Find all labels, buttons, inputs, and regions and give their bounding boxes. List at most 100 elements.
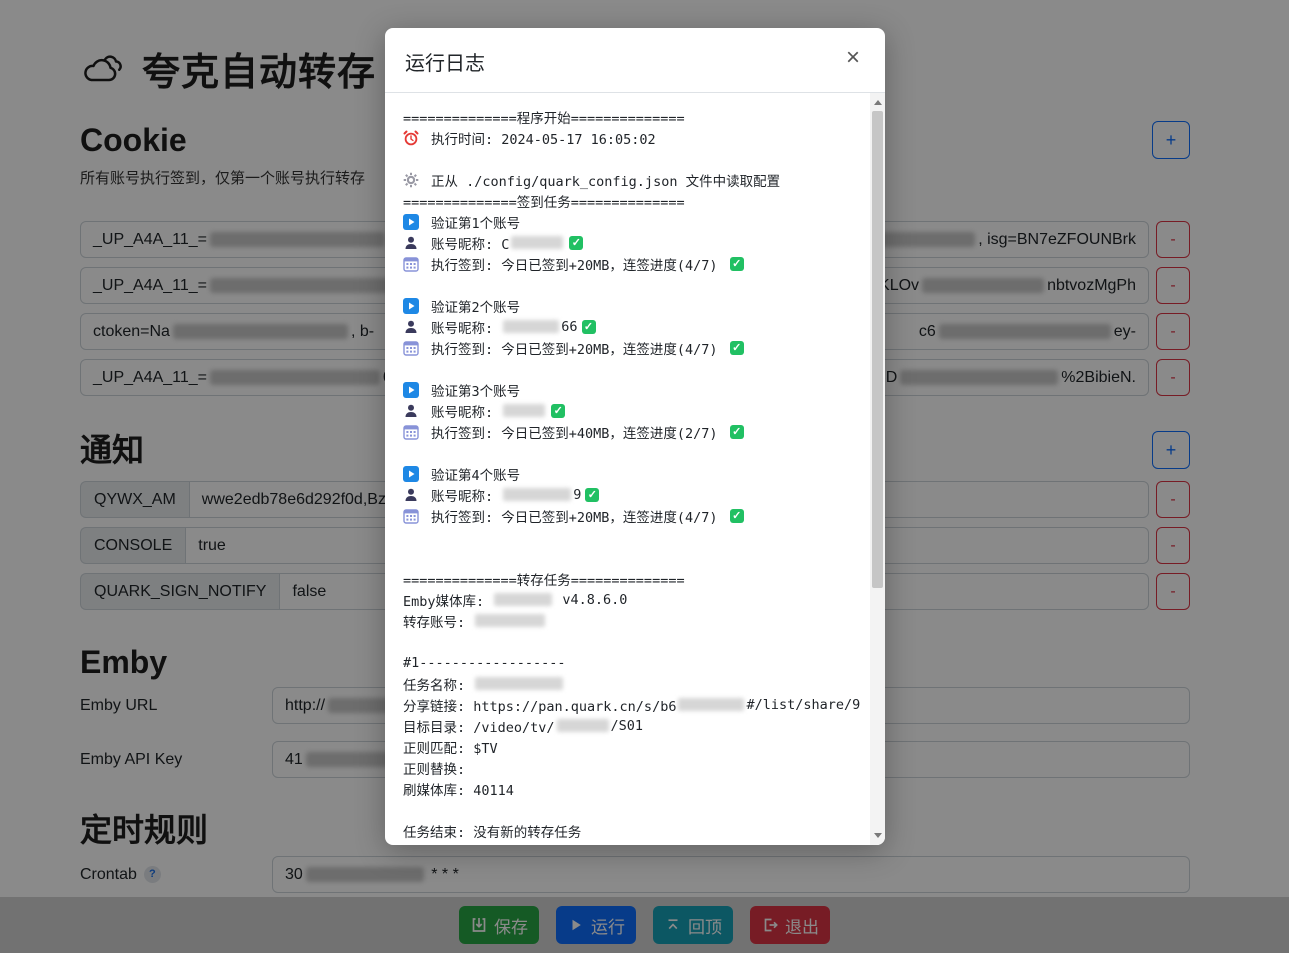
- play-icon: [403, 382, 419, 398]
- log-line: 正则匹配: $TV: [403, 736, 866, 757]
- text: 正从 ./config/quark_config.json 文件中读取配置: [431, 170, 780, 190]
- text: 账号昵称:: [431, 485, 501, 505]
- log-line: 执行签到: 今日已签到+20MB，连签进度(4/7) ✓: [403, 505, 866, 526]
- text: 转存账号:: [403, 611, 473, 631]
- check-icon: ✓: [582, 320, 596, 334]
- scroll-down-arrow[interactable]: [870, 828, 885, 843]
- scroll-up-arrow[interactable]: [870, 95, 885, 110]
- text: 验证第4个账号: [431, 464, 520, 484]
- alarm-icon: [403, 130, 419, 146]
- log-line: [403, 526, 866, 547]
- log-line: 执行签到: 今日已签到+20MB，连签进度(4/7) ✓: [403, 253, 866, 274]
- text: 执行签到: 今日已签到+20MB，连签进度(4/7): [431, 506, 726, 526]
- app-root: 夸克自动转存 Cookie + 所有账号执行签到，仅第一个账号执行转存 _UP_…: [0, 0, 1289, 953]
- calendar-icon: [403, 340, 419, 356]
- text: v4.8.6.0: [554, 592, 627, 608]
- check-icon: ✓: [569, 236, 583, 250]
- text: /S01: [611, 718, 644, 734]
- text: 刷媒体库: 40114: [403, 779, 514, 799]
- text: ==============签到任务==============: [403, 191, 685, 211]
- text: ==============程序开始==============: [403, 107, 685, 127]
- calendar-icon: [403, 256, 419, 272]
- log-line: ==============转存任务==============: [403, 568, 866, 589]
- text: 验证第3个账号: [431, 380, 520, 400]
- log-output: ==============程序开始==============执行时间: 20…: [385, 93, 870, 845]
- redacted-text: [678, 698, 744, 711]
- redacted-text: [494, 593, 552, 606]
- check-icon: ✓: [730, 341, 744, 355]
- text: 验证第2个账号: [431, 296, 520, 316]
- text: 66: [561, 319, 577, 335]
- modal-header: 运行日志 ×: [385, 28, 885, 93]
- log-line: 任务结束: 没有新的转存任务: [403, 820, 866, 841]
- scrollbar-thumb[interactable]: [872, 111, 883, 588]
- text: 账号昵称:: [431, 317, 501, 337]
- log-line: Emby媒体库: v4.8.6.0: [403, 589, 866, 610]
- log-line: 刷媒体库: 40114: [403, 778, 866, 799]
- text: 正则替换:: [403, 758, 473, 778]
- log-line: [403, 547, 866, 568]
- run-log-modal: 运行日志 × ==============程序开始==============执…: [385, 28, 885, 845]
- play-icon: [403, 298, 419, 314]
- redacted-text: [503, 488, 571, 501]
- log-line: 账号昵称: ✓: [403, 400, 866, 421]
- text: Emby媒体库:: [403, 590, 492, 610]
- redacted-text: [557, 719, 609, 732]
- log-line: 账号昵称: 9 ✓: [403, 484, 866, 505]
- text: ==============转存任务==============: [403, 569, 685, 589]
- play-icon: [403, 214, 419, 230]
- log-line: 验证第1个账号: [403, 211, 866, 232]
- text: 执行签到: 今日已签到+40MB，连签进度(2/7): [431, 422, 726, 442]
- text: 账号昵称:: [431, 401, 501, 421]
- check-icon: ✓: [730, 509, 744, 523]
- log-line: 执行签到: 今日已签到+20MB，连签进度(4/7) ✓: [403, 337, 866, 358]
- log-line: 正从 ./config/quark_config.json 文件中读取配置: [403, 169, 866, 190]
- person-icon: [403, 319, 419, 335]
- text: 执行签到: 今日已签到+20MB，连签进度(4/7): [431, 338, 726, 358]
- redacted-text: [475, 677, 563, 690]
- text: 目标目录: /video/tv/: [403, 716, 555, 736]
- check-icon: ✓: [551, 404, 565, 418]
- check-icon: ✓: [585, 488, 599, 502]
- log-line: ==============签到任务==============: [403, 190, 866, 211]
- log-line: 执行时间: 2024-05-17 16:05:02: [403, 127, 866, 148]
- log-line: [403, 799, 866, 820]
- log-line: 正则替换:: [403, 757, 866, 778]
- redacted-text: [511, 236, 563, 249]
- person-icon: [403, 235, 419, 251]
- text: 账号昵称: C: [431, 233, 509, 253]
- person-icon: [403, 403, 419, 419]
- log-line: 分享链接: https://pan.quark.cn/s/b6#/list/sh…: [403, 694, 866, 715]
- log-line: 验证第3个账号: [403, 379, 866, 400]
- log-line: 账号昵称: C ✓: [403, 232, 866, 253]
- log-line: [403, 358, 866, 379]
- text: #1------------------: [403, 655, 566, 671]
- log-line: 验证第4个账号: [403, 463, 866, 484]
- person-icon: [403, 487, 419, 503]
- calendar-icon: [403, 508, 419, 524]
- text: 9: [573, 487, 581, 503]
- log-line: 验证第2个账号: [403, 295, 866, 316]
- check-icon: ✓: [730, 425, 744, 439]
- log-line: #1------------------: [403, 652, 866, 673]
- modal-scrollbar[interactable]: [870, 93, 885, 845]
- redacted-text: [503, 320, 559, 333]
- close-icon[interactable]: ×: [837, 42, 869, 74]
- text: 执行时间: 2024-05-17 16:05:02: [431, 128, 656, 148]
- redacted-text: [503, 404, 545, 417]
- log-line: 转存账号:: [403, 610, 866, 631]
- log-line: ==============程序开始==============: [403, 106, 866, 127]
- log-line: [403, 631, 866, 652]
- text: 验证第1个账号: [431, 212, 520, 232]
- log-line: 目标目录: /video/tv/ /S01: [403, 715, 866, 736]
- log-line: 任务名称:: [403, 673, 866, 694]
- play-icon: [403, 466, 419, 482]
- redacted-text: [475, 614, 545, 627]
- text: 任务结束: 没有新的转存任务: [403, 821, 581, 841]
- log-line: [403, 274, 866, 295]
- check-icon: ✓: [730, 257, 744, 271]
- log-line: 执行签到: 今日已签到+40MB，连签进度(2/7) ✓: [403, 421, 866, 442]
- text: 执行签到: 今日已签到+20MB，连签进度(4/7): [431, 254, 726, 274]
- text: 任务名称:: [403, 674, 473, 694]
- calendar-icon: [403, 424, 419, 440]
